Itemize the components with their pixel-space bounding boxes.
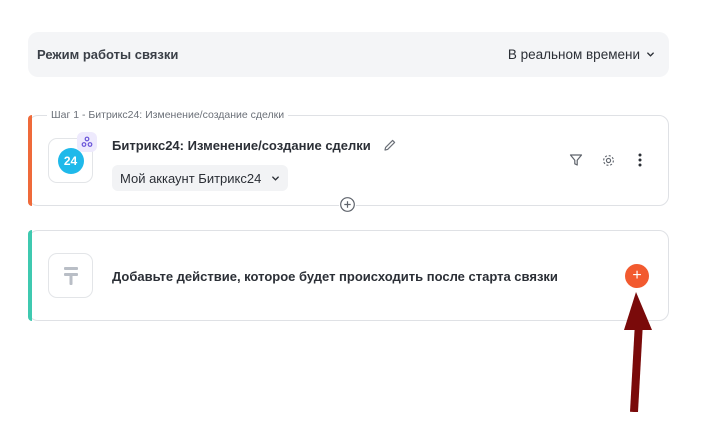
mode-select-value: В реальном времени <box>507 47 640 62</box>
account-select-value: Мой аккаунт Битрикс24 <box>120 170 262 186</box>
gear-icon[interactable] <box>600 152 616 168</box>
webhook-icon <box>77 132 97 152</box>
add-action-button[interactable]: + <box>625 264 649 288</box>
mode-bar: Режим работы связки В реальном времени <box>28 32 669 77</box>
step-card[interactable]: Шаг 1 - Битрикс24: Изменение/создание сд… <box>28 109 669 206</box>
add-action-card[interactable]: Добавьте действие, которое будет происхо… <box>28 230 669 321</box>
placeholder-app-icon <box>63 266 78 285</box>
step-actions <box>568 152 648 168</box>
pencil-icon[interactable] <box>383 138 397 152</box>
mode-select[interactable]: В реальном времени <box>508 47 655 62</box>
more-vertical-icon[interactable] <box>632 152 648 168</box>
annotation-arrow-icon <box>624 292 652 412</box>
step-title: Битрикс24: Изменение/создание сделки <box>112 138 371 153</box>
add-between-steps-button[interactable] <box>339 196 356 213</box>
step-caption: Шаг 1 - Битрикс24: Изменение/создание сд… <box>47 109 289 122</box>
placeholder-app-icon-box <box>48 253 93 298</box>
filter-icon[interactable] <box>568 152 584 168</box>
add-action-text: Добавьте действие, которое будет происхо… <box>112 269 558 284</box>
mode-label: Режим работы связки <box>37 47 179 62</box>
plus-circle-icon <box>340 197 355 212</box>
chevron-down-icon <box>647 52 654 57</box>
account-select[interactable]: Мой аккаунт Битрикс24 <box>112 165 288 191</box>
chevron-down-icon <box>272 175 279 181</box>
